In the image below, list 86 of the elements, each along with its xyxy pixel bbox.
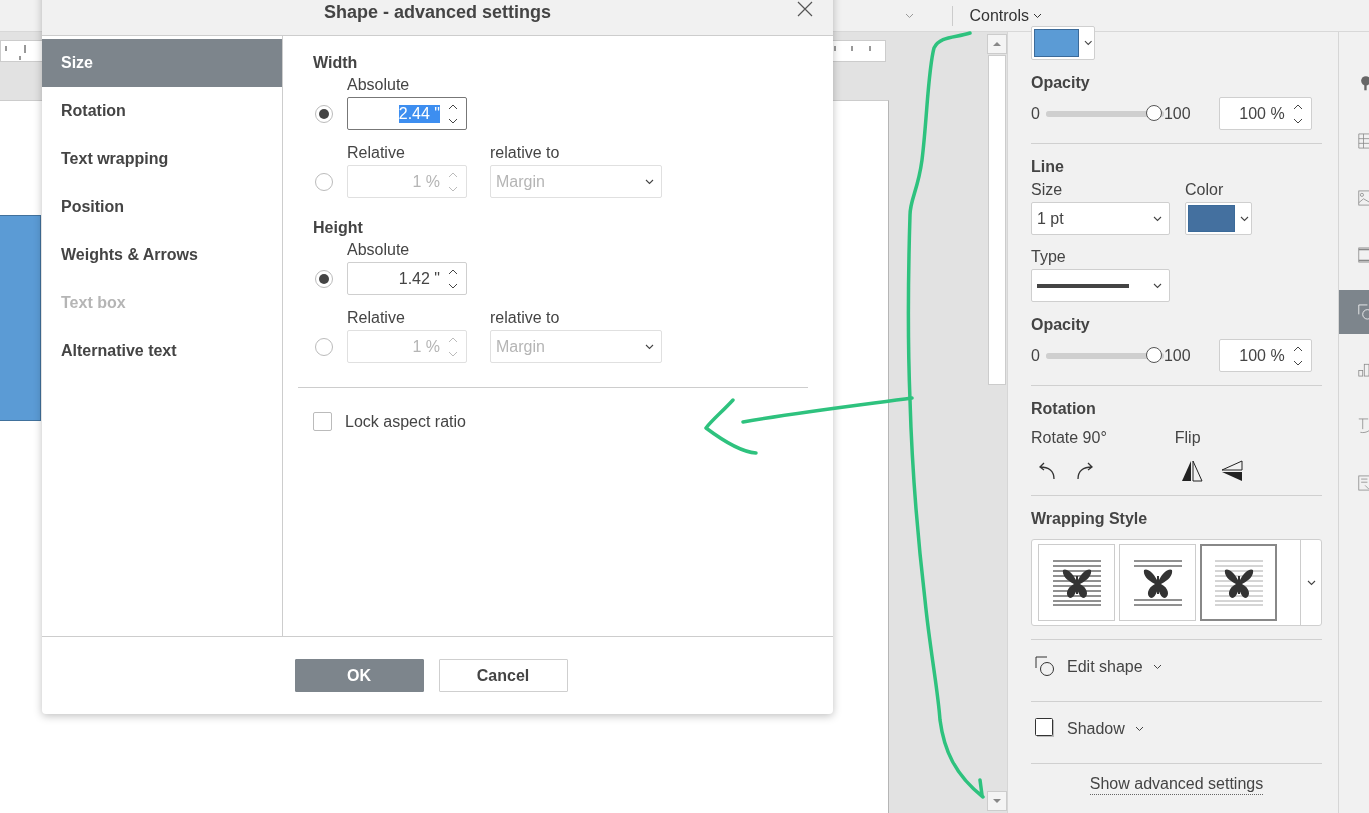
section-heading: Width — [313, 54, 359, 72]
opacity-spinbox[interactable]: 100 % — [1218, 339, 1312, 372]
dialog-title: Shape - advanced settings — [323, 2, 552, 23]
wrap-top-bottom-icon — [1132, 559, 1183, 606]
chevron-down-icon — [1033, 12, 1042, 19]
wrapping-style-option[interactable] — [1038, 544, 1115, 621]
close-icon[interactable] — [797, 1, 813, 17]
field-label: Absolute — [347, 241, 411, 259]
chevron-down-icon — [1134, 726, 1144, 732]
settings-tab[interactable]: Size — [42, 39, 282, 87]
spin-arrows-icon[interactable] — [1292, 344, 1303, 367]
slider-min-label: 0 — [1031, 346, 1040, 365]
shadow-icon — [1035, 718, 1057, 740]
opacity-spinbox[interactable]: 100 % — [1218, 97, 1312, 130]
chevron-down-icon — [645, 343, 654, 350]
field-label: relative to — [490, 309, 561, 327]
spin-arrows-icon[interactable] — [448, 267, 458, 290]
field-label: Flip — [1174, 429, 1202, 447]
table-icon — [1358, 131, 1369, 151]
scroll-down-icon[interactable] — [986, 791, 1007, 811]
chevron-down-icon — [645, 178, 654, 185]
opacity-slider[interactable] — [1045, 104, 1164, 123]
spin-arrows-icon[interactable] — [1292, 102, 1303, 125]
field-label: Absolute — [347, 76, 411, 94]
wrapping-style-option[interactable] — [1119, 544, 1196, 621]
settings-tab[interactable]: Alternative text — [42, 327, 282, 375]
slider-min-label: 0 — [1031, 104, 1040, 123]
field-label: Color — [1185, 181, 1225, 199]
section-heading: Opacity — [1031, 74, 1091, 92]
slider-max-label: 100 — [1163, 346, 1191, 365]
show-advanced-settings-link[interactable]: Show advanced settings — [1089, 774, 1264, 795]
section-heading: Opacity — [1031, 316, 1091, 334]
settings-tab[interactable]: Weights & Arrows — [42, 231, 282, 279]
rotate-right-icon[interactable] — [1075, 460, 1095, 480]
spin-arrows-icon[interactable] — [448, 102, 458, 125]
wrap-behind-icon — [1213, 559, 1264, 606]
shape-icon — [1035, 656, 1057, 678]
radio-button[interactable] — [315, 105, 333, 123]
absolute-size-spinbox[interactable]: 1.42 " — [347, 262, 467, 295]
chevron-down-icon — [1083, 40, 1092, 46]
chevron-down-icon — [1153, 215, 1162, 222]
field-label: Size — [1031, 181, 1064, 199]
section-heading: Height — [313, 219, 364, 237]
slider-max-label: 100 — [1163, 104, 1191, 123]
shape-icon — [1358, 302, 1369, 322]
scroll-thumb[interactable] — [987, 55, 1006, 385]
section-heading: Rotation — [1031, 400, 1097, 418]
slider-thumb[interactable] — [1145, 104, 1162, 121]
image-icon — [1358, 188, 1369, 208]
lock-aspect-ratio-checkbox[interactable]: Lock aspect ratio — [313, 412, 466, 431]
field-label: Relative — [347, 144, 406, 162]
settings-tab[interactable]: Text wrapping — [42, 135, 282, 183]
header-icon — [1358, 245, 1369, 265]
flip-horizontal-icon[interactable] — [1180, 460, 1203, 482]
flip-vertical-icon[interactable] — [1220, 460, 1243, 482]
section-heading: Line — [1031, 158, 1065, 176]
radio-button[interactable] — [315, 270, 333, 288]
line-color-picker[interactable] — [1185, 202, 1252, 235]
wrapping-style-option[interactable] — [1200, 544, 1277, 621]
field-label: Rotate 90° — [1031, 429, 1107, 447]
fill-color-picker[interactable] — [1031, 26, 1095, 60]
slider-thumb[interactable] — [1145, 346, 1162, 363]
field-label: Relative — [347, 309, 406, 327]
settings-tab[interactable]: Position — [42, 183, 282, 231]
chevron-down-icon — [1153, 282, 1162, 289]
chevron-down-icon — [1240, 215, 1249, 222]
vertical-scrollbar[interactable] — [986, 32, 1007, 813]
line-size-dropdown[interactable]: 1 pt — [1031, 202, 1170, 235]
line-type-dropdown[interactable] — [1031, 269, 1170, 302]
form-icon — [1358, 473, 1369, 493]
shadow-button[interactable]: Shadow — [1031, 708, 1148, 750]
chevron-down-icon — [1152, 664, 1162, 670]
edit-shape-button[interactable]: Edit shape — [1031, 646, 1166, 688]
chevron-down-icon — [1306, 579, 1316, 586]
settings-tab[interactable]: Rotation — [42, 87, 282, 135]
wrap-square-icon — [1051, 559, 1102, 606]
cancel-button[interactable]: Cancel — [438, 659, 568, 692]
opacity-slider[interactable] — [1045, 346, 1164, 365]
ok-button[interactable]: OK — [294, 659, 424, 692]
textart-icon — [1358, 416, 1369, 436]
scroll-up-icon[interactable] — [986, 34, 1007, 54]
rotate-left-icon[interactable] — [1037, 460, 1057, 480]
section-heading: Wrapping Style — [1031, 510, 1149, 528]
field-label: Type — [1031, 248, 1067, 266]
controls-menu[interactable]: Controls — [969, 6, 1042, 25]
field-label: relative to — [490, 144, 561, 162]
